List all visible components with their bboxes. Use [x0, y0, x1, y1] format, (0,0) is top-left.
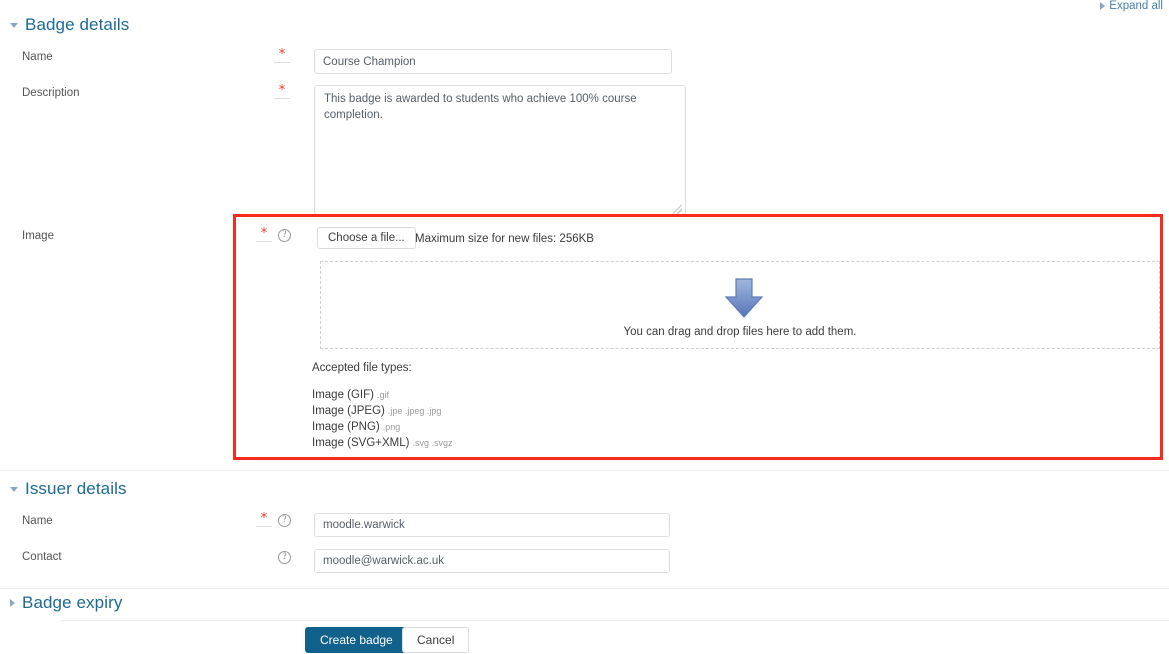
file-dropzone[interactable]: You can drag and drop files here to add … [320, 261, 1160, 349]
help-icon-badge-image[interactable]: ? [278, 229, 291, 242]
cancel-button[interactable]: Cancel [402, 627, 470, 653]
help-icon-issuer-contact[interactable]: ? [278, 551, 291, 564]
choose-file-button[interactable]: Choose a file... [317, 227, 416, 249]
required-marker-issuer-name: * [256, 512, 272, 527]
textarea-resize-handle[interactable] [673, 205, 682, 214]
section-header-issuer-details[interactable]: Issuer details [10, 479, 127, 499]
file-type-extensions: .jpe .jpeg .jpg [387, 406, 442, 416]
section-divider [0, 470, 1169, 471]
file-type-item: Image (GIF) .gif [312, 389, 389, 401]
accepted-file-types-title: Accepted file types: [312, 362, 412, 374]
section-title-badge-details: Badge details [25, 15, 130, 34]
expand-all-link[interactable]: Expand all [1100, 0, 1163, 12]
badge-create-form: Expand all Badge details Name * Descript… [0, 0, 1169, 654]
chevron-right-icon [10, 599, 15, 607]
chevron-right-icon [1100, 2, 1106, 10]
section-title-issuer-details: Issuer details [25, 479, 127, 498]
label-issuer-name: Name [22, 515, 53, 527]
file-type-extensions: .png [382, 422, 401, 432]
badge-name-input[interactable] [314, 49, 672, 74]
required-marker-badge-image: * [256, 227, 272, 242]
file-type-item: Image (SVG+XML) .svg .svgz [312, 437, 452, 449]
issuer-contact-input[interactable] [314, 549, 670, 573]
download-arrow-icon [724, 277, 764, 324]
required-marker-badge-description: * [274, 84, 290, 99]
file-type-name: Image (GIF) [312, 389, 374, 401]
file-type-item: Image (JPEG) .jpe .jpeg .jpg [312, 405, 441, 417]
issuer-name-input[interactable] [314, 513, 670, 537]
max-file-size-text: Maximum size for new files: 256KB [415, 233, 594, 245]
actions-divider [60, 620, 1169, 621]
file-type-extensions: .svg .svgz [412, 438, 453, 448]
dropzone-text: You can drag and drop files here to add … [623, 326, 857, 338]
file-type-item: Image (PNG) .png [312, 421, 400, 433]
file-type-name: Image (JPEG) [312, 405, 385, 417]
chevron-down-icon [10, 22, 18, 28]
badge-description-textarea[interactable] [314, 85, 686, 215]
file-type-name: Image (PNG) [312, 421, 380, 433]
label-badge-description: Description [22, 87, 80, 99]
required-marker-badge-name: * [274, 48, 290, 63]
section-divider [0, 588, 1169, 589]
expand-all-label: Expand all [1109, 0, 1163, 12]
file-type-name: Image (SVG+XML) [312, 437, 410, 449]
help-icon-issuer-name[interactable]: ? [278, 514, 291, 527]
section-header-badge-details[interactable]: Badge details [10, 15, 129, 35]
create-badge-button[interactable]: Create badge [305, 627, 408, 653]
section-header-badge-expiry[interactable]: Badge expiry [10, 593, 122, 613]
file-type-extensions: .gif [376, 390, 389, 400]
chevron-down-icon [10, 486, 18, 492]
section-title-badge-expiry: Badge expiry [22, 593, 123, 612]
label-badge-name: Name [22, 51, 53, 63]
label-badge-image: Image [22, 230, 54, 242]
label-issuer-contact: Contact [22, 551, 62, 563]
